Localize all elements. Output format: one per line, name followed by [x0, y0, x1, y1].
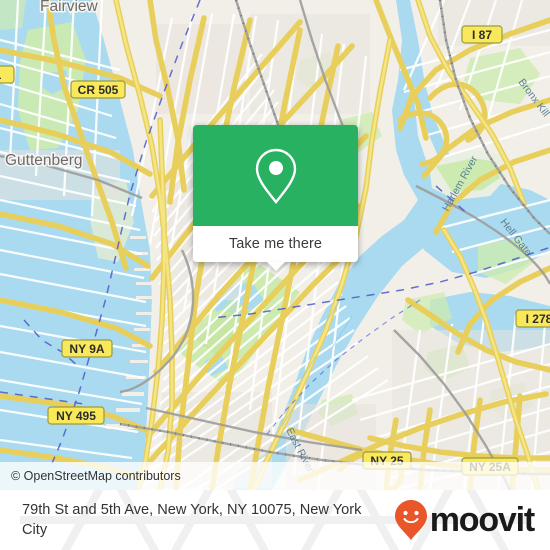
svg-text:NY 495: NY 495 [56, 409, 96, 423]
screenshot-root: Fairview Guttenberg Harlem River Bronx K… [0, 0, 550, 550]
svg-text:I 278: I 278 [526, 312, 550, 326]
moovit-logo[interactable]: moovit [394, 499, 540, 541]
road-shield-1: 1 [0, 65, 15, 84]
callout-pointer [266, 262, 285, 271]
callout-action-bar[interactable]: Take me there [193, 226, 358, 262]
road-shield-cr-505: CR 505 [70, 80, 126, 99]
svg-text:CR 505: CR 505 [78, 83, 119, 97]
svg-text:NY 9A: NY 9A [69, 342, 104, 356]
road-shield-ny-9a: NY 9A [61, 339, 113, 358]
svg-text:I 87: I 87 [472, 28, 492, 42]
map-label-guttenberg: Guttenberg [5, 152, 83, 169]
map-pin-icon [255, 148, 296, 204]
moovit-pin-icon [394, 500, 427, 540]
take-me-there-label: Take me there [228, 236, 323, 252]
callout-header [193, 125, 358, 226]
map-attribution-bar: © OpenStreetMap contributors [0, 462, 550, 490]
footer-bar: 79th St and 5th Ave, New York, NY 10075,… [0, 490, 550, 550]
map-label-fairview: Fairview [40, 0, 99, 15]
road-shield-i-278: I 278 [515, 309, 550, 328]
destination-callout[interactable]: Take me there [193, 125, 358, 271]
road-shield-i-87: I 87 [461, 25, 503, 44]
location-caption: 79th St and 5th Ave, New York, NY 10075,… [22, 502, 362, 538]
attribution-text[interactable]: © OpenStreetMap contributors [0, 469, 181, 483]
moovit-wordmark: moovit [429, 501, 535, 539]
road-shield-ny-495: NY 495 [47, 406, 105, 425]
